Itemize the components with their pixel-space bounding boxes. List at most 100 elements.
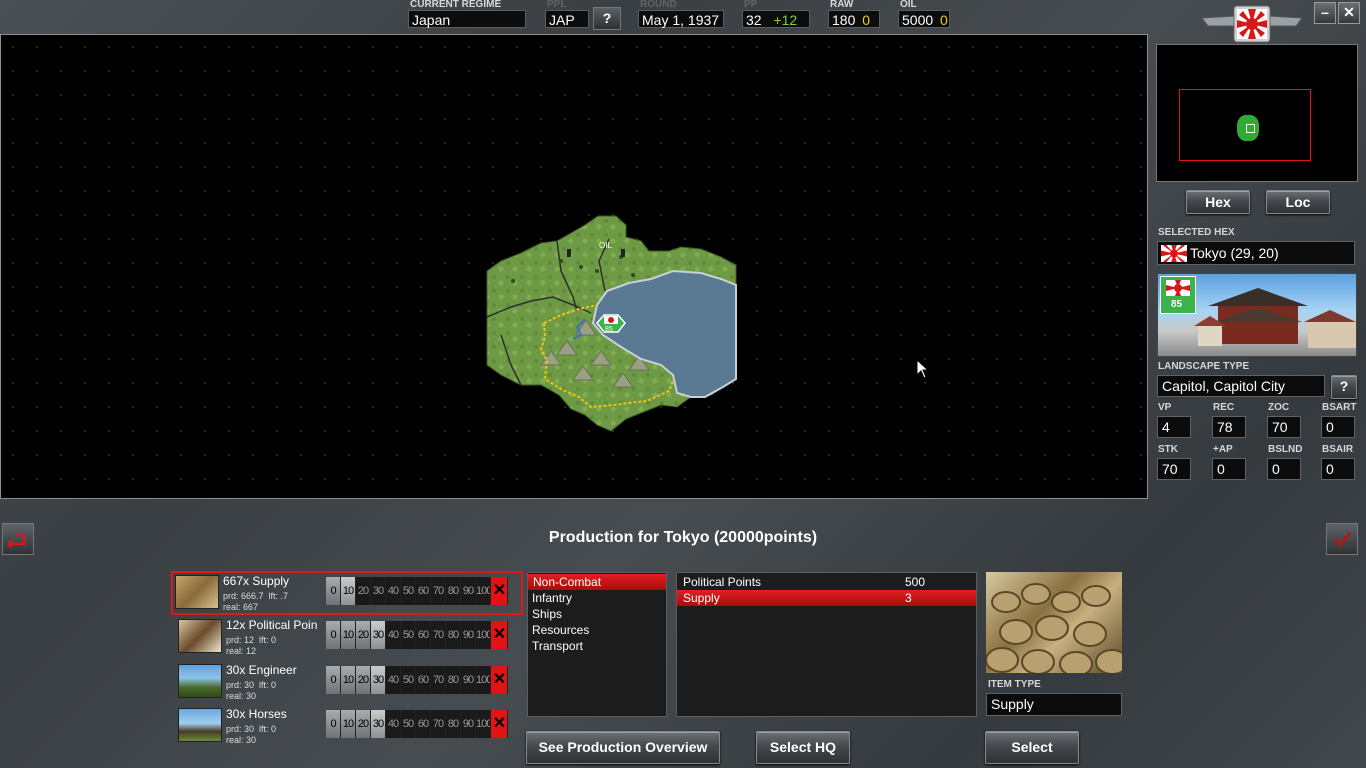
production-slider[interactable]: 0 10 20 30 40 50 60 70 80 90 100 ✕ bbox=[326, 710, 508, 738]
slider-tick[interactable]: 30 bbox=[371, 666, 386, 694]
slider-tick[interactable]: 70 bbox=[431, 621, 446, 649]
slider-tick[interactable]: 30 bbox=[371, 577, 386, 605]
production-slider[interactable]: 0 10 20 30 40 50 60 70 80 90 100 ✕ bbox=[326, 666, 508, 694]
checkmark-icon bbox=[1333, 532, 1352, 548]
slider-tick[interactable]: 60 bbox=[416, 710, 431, 738]
slider-tick[interactable]: 10 bbox=[341, 621, 356, 649]
type-item-supply[interactable]: Supply 3 bbox=[677, 590, 976, 606]
slider-tick[interactable]: 40 bbox=[386, 710, 401, 738]
select-button[interactable]: Select bbox=[985, 731, 1079, 764]
slider-tick[interactable]: 40 bbox=[386, 666, 401, 694]
remove-item-icon[interactable]: ✕ bbox=[491, 710, 508, 738]
slider-tick[interactable]: 50 bbox=[401, 577, 416, 605]
slider-tick[interactable]: 60 bbox=[416, 666, 431, 694]
loc-button[interactable]: Loc bbox=[1266, 190, 1330, 214]
slider-tick[interactable]: 20 bbox=[356, 666, 371, 694]
map-view[interactable]: OIL 85 bbox=[0, 34, 1148, 499]
stat-zoc-label: ZOC bbox=[1268, 402, 1290, 413]
category-item-ships[interactable]: Ships bbox=[532, 606, 562, 622]
production-item-prd: prd: 30 lft: 0 bbox=[226, 680, 277, 690]
slider-tick[interactable]: 0 bbox=[326, 710, 341, 738]
map-terrain[interactable]: OIL 85 bbox=[1, 35, 1147, 498]
slider-tick[interactable]: 70 bbox=[431, 666, 446, 694]
slider-tick[interactable]: 10 bbox=[341, 577, 356, 605]
slider-tick[interactable]: 60 bbox=[416, 621, 431, 649]
production-item-real: real: 12 bbox=[226, 646, 257, 656]
slider-tick[interactable]: 90 bbox=[461, 666, 476, 694]
slider-tick[interactable]: 40 bbox=[386, 621, 401, 649]
slider-tick[interactable]: 10 bbox=[341, 666, 356, 694]
regime-help-button[interactable]: ? bbox=[593, 7, 621, 30]
landscape-type-value: Capitol, Capitol City bbox=[1157, 375, 1325, 397]
slider-tick[interactable]: 0 bbox=[326, 621, 341, 649]
landscape-help-button[interactable]: ? bbox=[1331, 375, 1357, 399]
stat-bsair-value: 0 bbox=[1321, 458, 1355, 480]
ppl-value: JAP bbox=[545, 10, 589, 28]
type-item-cost: 500 bbox=[905, 575, 926, 589]
stat-zoc-value: 70 bbox=[1267, 416, 1301, 438]
slider-tick[interactable]: 80 bbox=[446, 710, 461, 738]
bridge-icon-2 bbox=[621, 249, 625, 257]
oil-value: 5000 bbox=[902, 12, 934, 28]
slider-tick[interactable]: 50 bbox=[401, 621, 416, 649]
mouse-cursor-icon bbox=[916, 359, 930, 379]
remove-item-icon[interactable]: ✕ bbox=[491, 621, 508, 649]
supply-thumbnail bbox=[175, 575, 219, 609]
slider-tick[interactable]: 100 bbox=[476, 577, 491, 605]
remove-item-icon[interactable]: ✕ bbox=[491, 577, 508, 605]
category-item-resources[interactable]: Resources bbox=[532, 622, 589, 638]
oil-label: OIL bbox=[900, 0, 917, 10]
minimize-button[interactable]: – bbox=[1314, 2, 1336, 24]
slider-tick[interactable]: 70 bbox=[431, 577, 446, 605]
slider-tick[interactable]: 90 bbox=[461, 710, 476, 738]
confirm-button[interactable] bbox=[1326, 523, 1358, 555]
production-row[interactable]: 30x Horses prd: 30 lft: 0 real: 30 0 10 20… bbox=[176, 706, 522, 748]
slider-tick[interactable]: 20 bbox=[356, 710, 371, 738]
slider-tick[interactable]: 100 bbox=[476, 710, 491, 738]
slider-tick[interactable]: 80 bbox=[446, 621, 461, 649]
slider-tick[interactable]: 70 bbox=[431, 710, 446, 738]
slider-tick[interactable]: 100 bbox=[476, 621, 491, 649]
hex-button[interactable]: Hex bbox=[1186, 190, 1250, 214]
round-value: May 1, 1937 bbox=[638, 10, 724, 28]
type-item-political-points[interactable]: Political Points 500 bbox=[677, 574, 976, 590]
select-hq-button[interactable]: Select HQ bbox=[756, 731, 850, 764]
slider-tick[interactable]: 20 bbox=[356, 577, 371, 605]
regime-emblem-icon[interactable] bbox=[1200, 4, 1304, 44]
production-slider[interactable]: 0 10 20 30 40 50 60 70 80 90 100 ✕ bbox=[326, 577, 508, 605]
category-item-non-combat[interactable]: Non-Combat bbox=[528, 574, 666, 590]
selected-hex-field: Tokyo (29, 20) bbox=[1157, 241, 1355, 265]
production-row[interactable]: 12x Political Poin prd: 12 lft: 0 real: … bbox=[176, 617, 522, 659]
see-production-overview-button[interactable]: See Production Overview bbox=[526, 731, 720, 764]
item-type-list[interactable]: Political Points 500 Supply 3 bbox=[676, 572, 977, 717]
slider-tick[interactable]: 80 bbox=[446, 666, 461, 694]
barrels-illustration bbox=[986, 583, 1122, 673]
slider-tick[interactable]: 10 bbox=[341, 710, 356, 738]
slider-tick[interactable]: 0 bbox=[326, 666, 341, 694]
slider-tick[interactable]: 100 bbox=[476, 666, 491, 694]
slider-tick[interactable]: 90 bbox=[461, 621, 476, 649]
production-slider[interactable]: 0 10 20 30 40 50 60 70 80 90 100 ✕ bbox=[326, 621, 508, 649]
remove-item-icon[interactable]: ✕ bbox=[491, 666, 508, 694]
category-list[interactable]: Non-Combat Infantry Ships Resources Tran… bbox=[527, 572, 667, 717]
category-item-infantry[interactable]: Infantry bbox=[532, 590, 572, 606]
production-item-real: real: 30 bbox=[226, 691, 257, 701]
production-item-name: 667x Supply bbox=[223, 574, 290, 588]
production-item-real: real: 667 bbox=[223, 602, 259, 612]
slider-tick[interactable]: 20 bbox=[356, 621, 371, 649]
slider-tick[interactable]: 40 bbox=[386, 577, 401, 605]
category-item-transport[interactable]: Transport bbox=[532, 638, 583, 654]
slider-tick[interactable]: 0 bbox=[326, 577, 341, 605]
production-row[interactable]: 667x Supply prd: 666.7 lft: .7 real: 667… bbox=[171, 571, 523, 615]
production-item-real: real: 30 bbox=[226, 735, 257, 745]
slider-tick[interactable]: 30 bbox=[371, 710, 386, 738]
slider-tick[interactable]: 30 bbox=[371, 621, 386, 649]
minimap[interactable] bbox=[1156, 44, 1358, 182]
slider-tick[interactable]: 80 bbox=[446, 577, 461, 605]
slider-tick[interactable]: 90 bbox=[461, 577, 476, 605]
slider-tick[interactable]: 50 bbox=[401, 710, 416, 738]
close-button[interactable]: ✕ bbox=[1338, 2, 1360, 24]
slider-tick[interactable]: 50 bbox=[401, 666, 416, 694]
slider-tick[interactable]: 60 bbox=[416, 577, 431, 605]
production-row[interactable]: 30x Engineer prd: 30 lft: 0 real: 30 0 10… bbox=[176, 662, 522, 704]
